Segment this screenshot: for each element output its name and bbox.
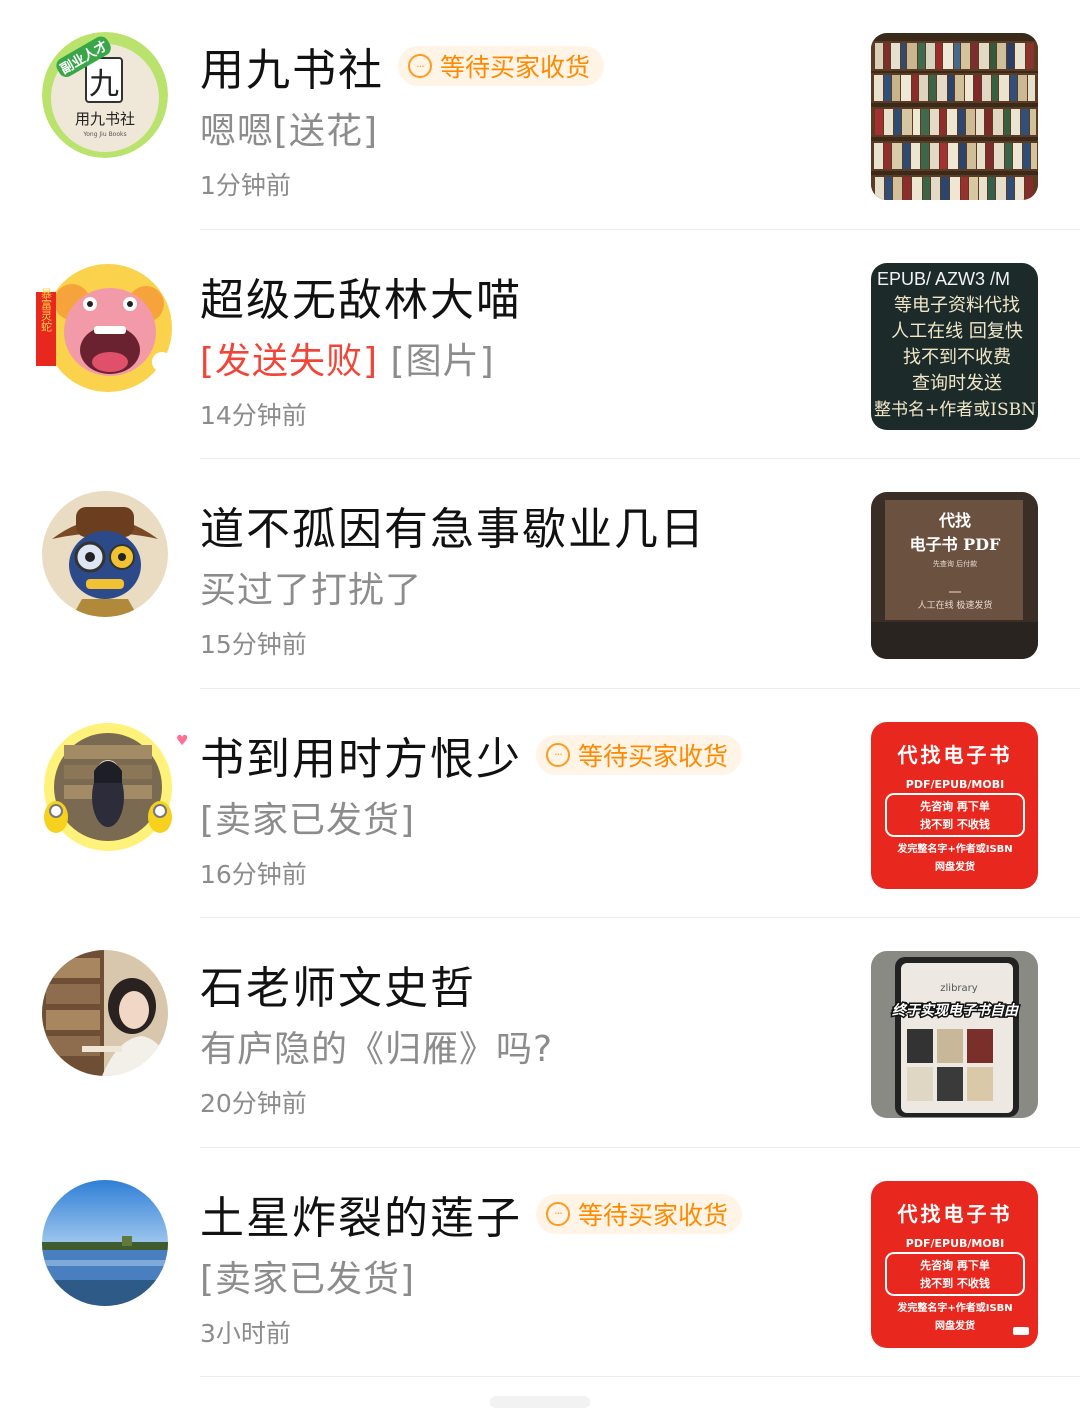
bookshelf-photo[interactable]: [871, 33, 1038, 200]
contact-name: 超级无敌林大喵: [200, 274, 522, 326]
more-dots-icon: ···: [546, 742, 570, 767]
card-line: 找不到不收费: [903, 347, 1011, 368]
card-line: 找不到 不收钱: [920, 1276, 990, 1290]
card-line: 先咨询 再下单: [920, 1258, 990, 1272]
scroll-hint: [490, 1396, 590, 1408]
conversation-row[interactable]: 道不孤因有急事歇业几日 买过了打扰了 15分钟前 代找 电子书 PDF 先查询 …: [0, 459, 1080, 689]
card-line: / EPUB/ AZW3 /M: [871, 269, 1010, 289]
more-dots-icon: ···: [546, 1201, 570, 1226]
conversation-row[interactable]: 暴富灵蛇 超级无敌林大喵 [发送失败] [图片] 14分钟前 / EPUB/ A…: [0, 230, 1080, 459]
card-line: 网盘发货: [935, 860, 975, 873]
message-text: [图片]: [390, 340, 495, 382]
library-girl-minions-avatar-icon[interactable]: ♥: [42, 721, 189, 851]
card-subtitle: 电子书 PDF: [910, 535, 1001, 554]
status-text: 等待买家收货: [578, 1200, 729, 1230]
more-dots-icon: ···: [408, 54, 432, 78]
card-title: 终于实现电子书自由: [892, 1002, 1020, 1019]
send-failed-tag: [发送失败]: [200, 340, 379, 382]
conversation-row[interactable]: 土星炸裂的莲子 ··· 等待买家收货 [卖家已发货] 3小时前 代找电子书 PD…: [0, 1148, 1080, 1377]
svg-text:♥: ♥: [176, 733, 189, 749]
timestamp: 15分钟前: [200, 630, 307, 659]
timestamp: 1分钟前: [200, 171, 291, 200]
reading-woman-avatar-icon[interactable]: [42, 950, 168, 1076]
timestamp: 20分钟前: [200, 1089, 307, 1118]
status-badge: ··· 等待买家收货: [536, 734, 743, 775]
bookshop-logo-icon[interactable]: 九 用九书社 Yong Jiu Books 副业人才: [42, 32, 168, 158]
card-title: 代找电子书: [897, 1202, 1013, 1226]
contact-name: 道不孤因有急事歇业几日: [200, 504, 706, 555]
conversation-list: 九 用九书社 Yong Jiu Books 副业人才 用九书社 ··· 等待买家…: [0, 0, 1080, 1377]
status-badge: ··· 等待买家收货: [536, 1193, 743, 1234]
card-footer: 人工在线 极速发货: [918, 599, 993, 611]
lake-landscape-avatar-icon[interactable]: [42, 1179, 168, 1306]
timestamp: 3小时前: [200, 1318, 291, 1348]
card-line: 等电子资料代找: [894, 295, 1020, 316]
contact-name: 书到用时方恨少: [200, 733, 522, 785]
card-line: 查询时发送: [912, 373, 1002, 394]
card-line: 人工在线 回复快: [891, 321, 1023, 342]
card-title: 代找: [938, 511, 971, 530]
card-line: 发完整名字+作者或ISBN: [896, 842, 1012, 855]
contact-name: 土星炸裂的莲子: [200, 1192, 522, 1244]
last-message: [发送失败] [图片]: [200, 332, 495, 384]
red-ebook-card[interactable]: 代找电子书 PDF/EPUB/MOBI 先咨询 再下单 找不到 不收钱 发完整名…: [871, 1180, 1038, 1348]
last-message: [卖家已发货]: [200, 791, 415, 843]
conversation-row[interactable]: 石老师文史哲 有庐隐的《归雁》吗? 20分钟前 zlibrary 终于实现电子书…: [0, 918, 1080, 1148]
status-badge: ··· 等待买家收货: [398, 46, 605, 86]
conversation-row[interactable]: ♥ 书到用时方恨少 ··· 等待买家收货 [卖家已发货] 16分钟前 代找电子书…: [0, 689, 1080, 918]
message-text: 嗯嗯[送花]: [200, 111, 379, 152]
card-line: 整书名+作者或ISBN: [874, 400, 1036, 420]
last-message: [卖家已发货]: [200, 1250, 415, 1302]
avatar-banner: 暴富灵蛇: [40, 287, 53, 331]
contact-name: 用九书社: [200, 45, 384, 96]
logo-shop-name: 用九书社: [75, 110, 135, 128]
last-message: 买过了打扰了: [200, 561, 422, 613]
message-text: [卖家已发货]: [200, 1258, 416, 1300]
status-text: 等待买家收货: [440, 53, 591, 82]
card-line: 发完整名字+作者或ISBN: [896, 1301, 1012, 1314]
card-formats: PDF/EPUB/MOBI: [906, 778, 1004, 791]
status-text: 等待买家收货: [578, 741, 729, 771]
last-message: 有庐隐的《归雁》吗?: [200, 1020, 553, 1072]
card-line: 先咨询 再下单: [920, 799, 990, 813]
timestamp: 14分钟前: [200, 400, 307, 430]
card-note: 先查询 后付款: [933, 559, 977, 568]
message-text: 有庐隐的《归雁》吗?: [200, 1029, 554, 1070]
card-title: 代找电子书: [897, 743, 1013, 767]
red-ebook-card[interactable]: 代找电子书 PDF/EPUB/MOBI 先咨询 再下单 找不到 不收钱 发完整名…: [871, 721, 1038, 889]
last-message: 嗯嗯[送花]: [200, 102, 378, 154]
card-line: 网盘发货: [935, 1319, 975, 1332]
logo-big-char: 九: [89, 67, 119, 102]
contact-name: 石老师文史哲: [200, 963, 476, 1014]
tablet-library-photo[interactable]: zlibrary 终于实现电子书自由: [871, 951, 1038, 1118]
conversation-row[interactable]: 九 用九书社 Yong Jiu Books 副业人才 用九书社 ··· 等待买家…: [0, 0, 1080, 230]
divider: [200, 1376, 1080, 1377]
message-text: 买过了打扰了: [200, 570, 423, 611]
ebook-service-card[interactable]: / EPUB/ AZW3 /M 等电子资料代找 人工在线 回复快 找不到不收费 …: [871, 262, 1038, 430]
ebook-pdf-card[interactable]: 代找 电子书 PDF 先查询 后付款 人工在线 极速发货: [871, 492, 1038, 659]
cartoon-snake-avatar-icon[interactable]: 暴富灵蛇: [36, 262, 172, 392]
timestamp: 16分钟前: [200, 859, 307, 889]
card-formats: PDF/EPUB/MOBI: [906, 1237, 1004, 1250]
message-text: [卖家已发货]: [200, 799, 416, 841]
logo-sub: Yong Jiu Books: [82, 131, 126, 138]
monocle-character-avatar-icon[interactable]: [42, 491, 168, 617]
tablet-app-name: zlibrary: [940, 983, 978, 994]
card-line: 找不到 不收钱: [920, 817, 990, 831]
